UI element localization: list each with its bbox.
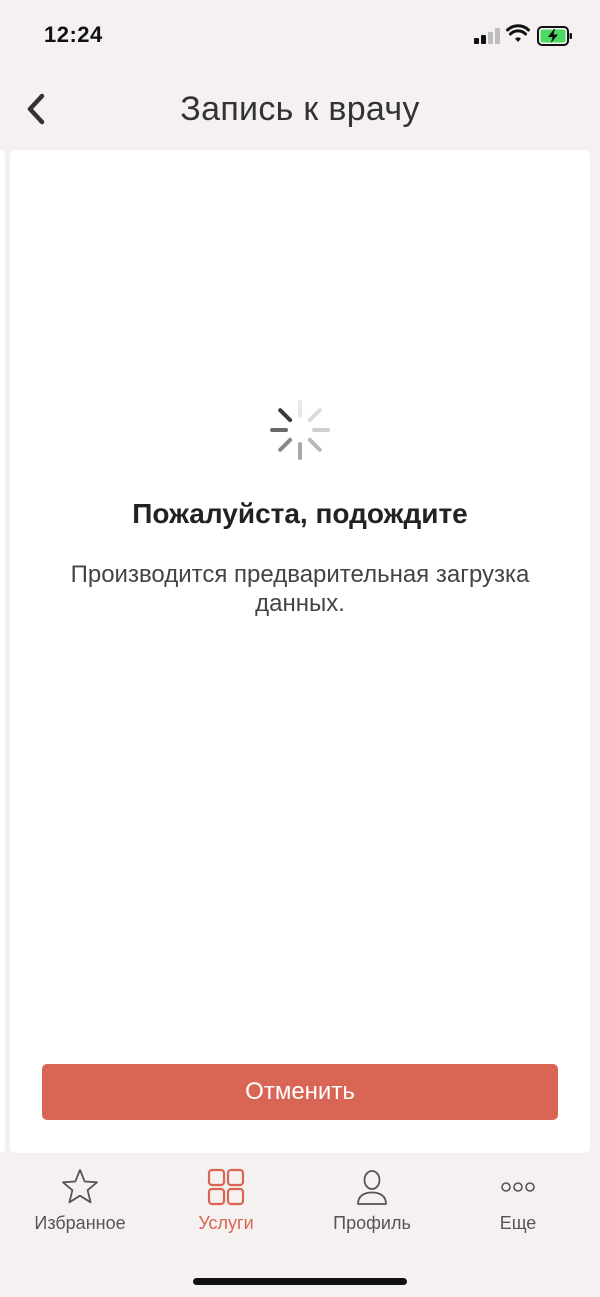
status-bar: 12:24 <box>0 0 600 72</box>
star-icon <box>62 1169 98 1204</box>
loading-spinner-icon <box>270 400 330 460</box>
loading-title: Пожалуйста, подождите <box>132 498 468 529</box>
tab-profile-label: Профиль <box>333 1213 411 1233</box>
wifi-icon <box>506 24 530 42</box>
tab-more[interactable]: Еще <box>443 1163 593 1241</box>
tab-bar: Избранное Услуги Профиль Еще <box>0 1153 600 1297</box>
loading-card: Пожалуйста, подождите Производится предв… <box>10 150 590 1153</box>
tab-services-label: Услуги <box>198 1213 254 1233</box>
cancel-button[interactable]: Отменить <box>42 1064 558 1120</box>
page-title: Запись к врачу <box>180 90 420 128</box>
tab-favorites[interactable]: Избранное <box>5 1163 155 1241</box>
status-time: 12:24 <box>44 22 103 47</box>
home-indicator <box>193 1278 407 1285</box>
cellular-signal-icon <box>474 28 500 44</box>
tab-favorites-label: Избранное <box>34 1213 126 1233</box>
grid-icon <box>207 1168 245 1206</box>
tab-more-label: Еще <box>499 1213 537 1233</box>
tab-services[interactable]: Услуги <box>151 1163 301 1241</box>
navigation-bar: Запись к врачу <box>0 72 600 150</box>
battery-charging-icon <box>537 26 572 46</box>
card-edge <box>0 150 5 1153</box>
profile-icon <box>357 1170 387 1205</box>
more-icon <box>501 1182 535 1192</box>
tab-profile[interactable]: Профиль <box>297 1163 447 1241</box>
loading-message: Производится предварительная загрузка да… <box>70 561 530 617</box>
